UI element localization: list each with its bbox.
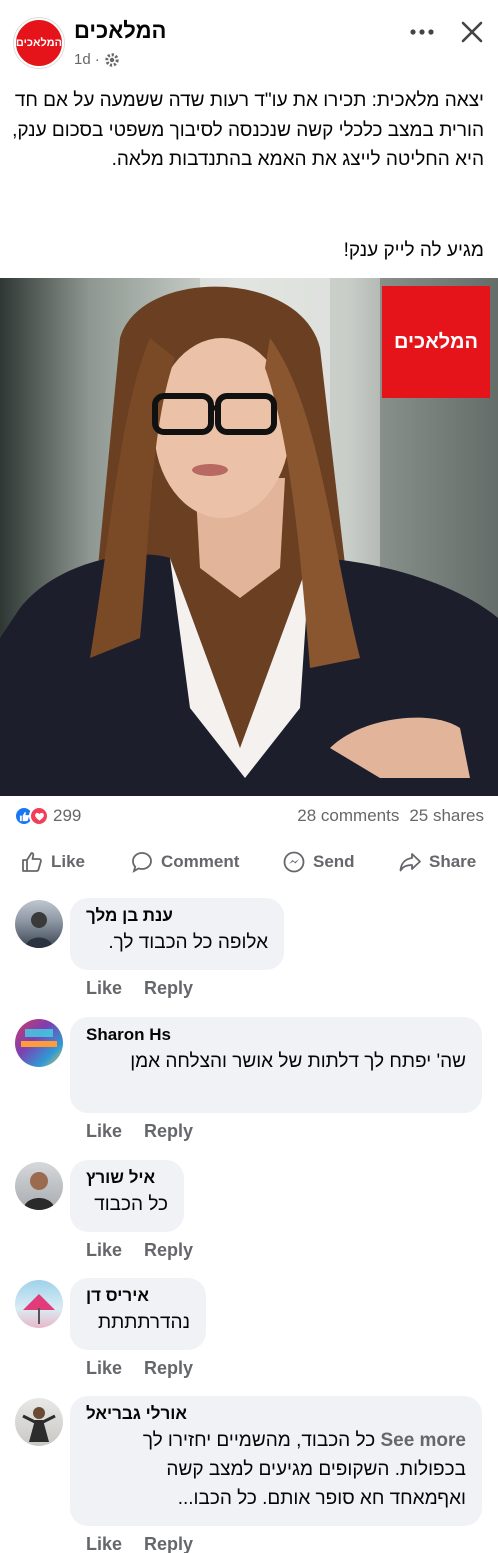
comment-bubble: אורלי גבריאל See more כל הכבוד, מהשמיים … [70,1396,482,1526]
avatar[interactable] [15,1398,63,1446]
image-brand-logo: המלאכים [382,286,490,398]
comment-button-label: Comment [161,852,240,871]
comment-like-link[interactable]: Like [86,1240,122,1261]
post-cta-text: מגיע לה לייק ענק! [343,240,484,261]
post-image[interactable]: המלאכים [0,278,498,796]
page-avatar-text: המלאכים [15,37,63,49]
comment-actions: Like Reply [86,1240,193,1261]
comment-reply-link[interactable]: Reply [144,1240,193,1261]
comment-text: כל הכבוד [94,1194,168,1215]
like-button-label: Like [51,852,86,871]
send-button-label: Send [313,852,355,871]
send-button[interactable]: Send [282,850,355,874]
reactions-count: 299 [53,806,82,825]
share-button[interactable]: Share [398,850,476,874]
comment-like-link[interactable]: Like [86,1534,122,1553]
reactions-summary[interactable]: 299 [14,806,81,826]
comment-actions: Like Reply [86,1121,193,1142]
comment-author[interactable]: ענת בן מלך [86,906,268,926]
comment-text: See more כל הכבוד, מהשמיים יחזירו לך בכפ… [86,1426,466,1513]
like-button[interactable]: Like [20,850,85,874]
comments-count[interactable]: 28 comments [297,806,399,826]
comment-author[interactable]: אורלי גבריאל [86,1404,466,1424]
comment-text: נהדרתתתת [97,1312,190,1333]
post-stats: 299 28 comments 25 shares [0,800,498,832]
comment-like-link[interactable]: Like [86,1121,122,1142]
post-header: המלאכים המלאכים 1d · [0,0,498,80]
messenger-icon [283,851,305,873]
avatar[interactable] [15,1019,63,1067]
avatar[interactable] [15,1162,63,1210]
post-meta: 1d · [74,51,120,68]
comment-bubble: איריס דן נהדרתתתת [70,1278,206,1350]
post-time[interactable]: 1d [74,51,91,68]
comment-author[interactable]: איריס דן [86,1286,190,1306]
close-button[interactable] [454,14,490,50]
comment-text: אלופה כל הכבוד לך. [108,932,268,953]
thumbs-up-icon [22,852,42,872]
love-reaction-icon [29,806,49,826]
comment-like-link[interactable]: Like [86,978,122,999]
comment-author[interactable]: Sharon Hs [86,1025,466,1045]
comment-button[interactable]: Comment [130,850,239,874]
meta-separator: · [94,51,100,68]
post-text: יצאה מלאכית: תכירו את עו"ד רעות שדה ששמע… [12,90,484,170]
comment-bubble: איל שורץ כל הכבוד [70,1160,184,1232]
comment-text: שה' יפתח לך דלתות של אושר והצלחה אמן [130,1051,466,1072]
post-actions: Like Comment Send Share [0,842,498,884]
comment-reply-link[interactable]: Reply [144,1358,193,1379]
see-more-link[interactable]: See more [380,1430,466,1451]
comment-actions: Like Reply [86,1534,193,1553]
comment-author[interactable]: איל שורץ [86,1168,168,1188]
page-name[interactable]: המלאכים [74,18,166,44]
comment-reply-link[interactable]: Reply [144,1534,193,1553]
comment-reply-link[interactable]: Reply [144,1121,193,1142]
gear-icon [104,52,119,67]
avatar[interactable] [15,900,63,948]
shares-count[interactable]: 25 shares [409,806,484,826]
avatar[interactable] [15,1280,63,1328]
page-avatar[interactable]: המלאכים [14,18,64,68]
share-button-label: Share [429,852,477,871]
comment-bubble: Sharon Hs שה' יפתח לך דלתות של אושר והצל… [70,1017,482,1113]
stats-right: 28 comments 25 shares [297,806,484,826]
comment-icon [132,852,152,873]
comment-like-link[interactable]: Like [86,1358,122,1379]
comment-bubble: ענת בן מלך אלופה כל הכבוד לך. [70,898,284,970]
close-icon [461,21,483,43]
more-options-button[interactable] [404,14,440,50]
more-icon [410,29,434,35]
comment-actions: Like Reply [86,1358,193,1379]
share-icon [399,853,421,872]
comment-reply-link[interactable]: Reply [144,978,193,999]
comment-actions: Like Reply [86,978,193,999]
